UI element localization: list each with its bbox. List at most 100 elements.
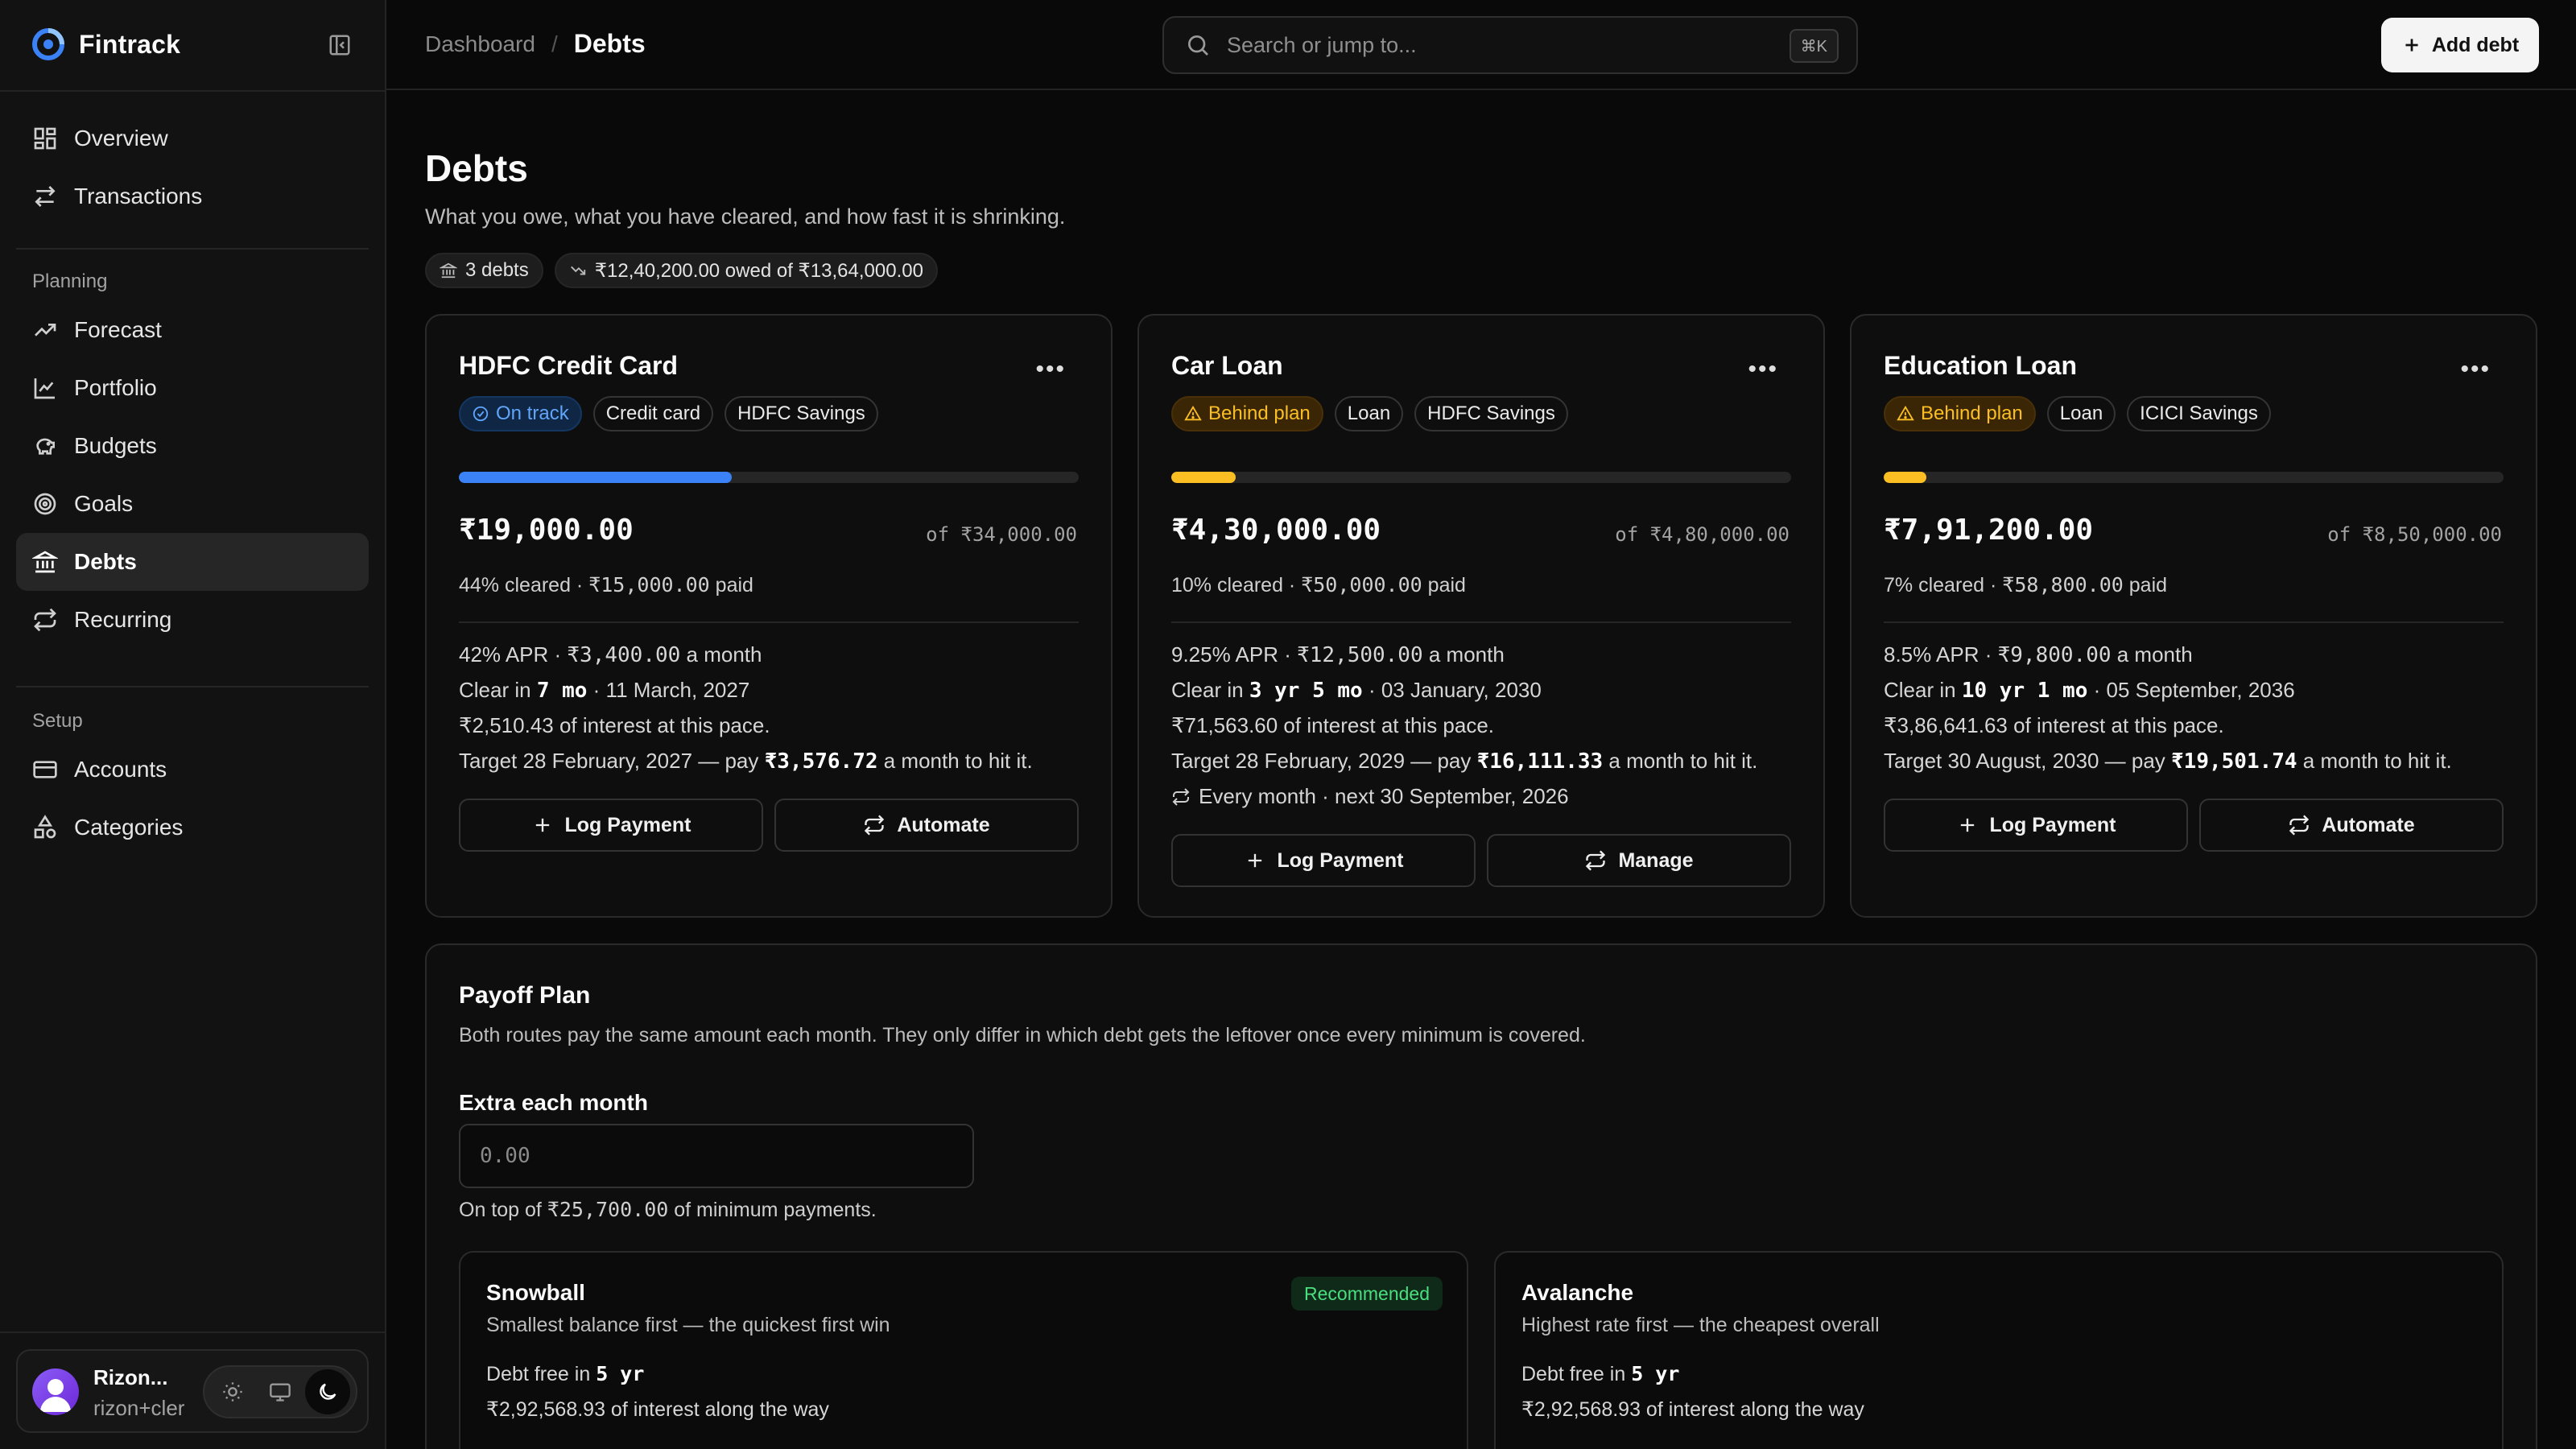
add-debt-label: Add debt xyxy=(2431,33,2520,56)
setup-nav: Setup Accounts Categories xyxy=(16,705,369,857)
moon-icon xyxy=(319,1383,336,1400)
plus-icon xyxy=(535,818,549,832)
monthly-payment: ₹9,800.00 xyxy=(1997,643,2112,667)
interest-line: ₹2,510.43 of interest at this pace. xyxy=(459,713,770,737)
breadcrumb-separator: / xyxy=(551,31,558,56)
status-label: Behind plan xyxy=(1921,402,2023,424)
divider xyxy=(16,686,369,687)
collapse-sidebar-button[interactable] xyxy=(325,31,354,60)
planning-nav: Planning Forecast Portfolio Budgets Goal… xyxy=(16,266,369,649)
clear-date: · 05 September, 2036 xyxy=(2087,678,2295,702)
repeat-icon xyxy=(1586,850,1606,871)
more-options-button[interactable]: ••• xyxy=(2460,356,2491,383)
breadcrumb: Dashboard / Debts xyxy=(425,29,646,59)
breadcrumb-current: Debts xyxy=(573,29,646,58)
type-badge: Loan xyxy=(1334,396,1404,431)
shapes-icon xyxy=(34,815,56,839)
warning-icon xyxy=(1897,405,1914,421)
nav-label: Debts xyxy=(74,549,137,574)
remaining-amount: ₹19,000.00 xyxy=(459,514,634,547)
divider xyxy=(459,621,1079,623)
automate-button[interactable]: Automate xyxy=(2199,799,2504,852)
nav-item-overview[interactable]: Overview xyxy=(16,109,369,167)
nav-item-debts[interactable]: Debts xyxy=(16,533,369,591)
clear-date: · 11 March, 2027 xyxy=(587,678,750,702)
trending-down-icon xyxy=(570,266,585,275)
group-label-planning: Planning xyxy=(32,270,108,292)
log-payment-button[interactable]: Log Payment xyxy=(1171,834,1476,887)
trending-up-icon xyxy=(35,324,56,336)
light-theme-button[interactable] xyxy=(210,1369,255,1414)
extra-each-month-input[interactable]: 0.00 xyxy=(459,1124,974,1188)
nav-item-portfolio[interactable]: Portfolio xyxy=(16,359,369,417)
target-suffix: a month to hit it. xyxy=(2297,749,2452,773)
nav-label: Forecast xyxy=(74,317,162,342)
nav-item-transactions[interactable]: Transactions xyxy=(16,167,369,225)
credit-card-icon xyxy=(33,761,57,778)
debt-free-line: Debt free in 5 yr xyxy=(1521,1362,1679,1386)
page-title: Debts xyxy=(425,147,528,189)
divider xyxy=(0,90,385,92)
plus-icon xyxy=(2405,39,2418,52)
repeat-icon xyxy=(2289,815,2310,836)
user-card[interactable]: Rizon... rizon+cler xyxy=(16,1349,369,1433)
button-label: Log Payment xyxy=(1277,848,1404,872)
arrows-left-right-icon xyxy=(35,186,56,207)
piggy-bank-icon xyxy=(36,438,55,455)
breadcrumb-dashboard[interactable]: Dashboard xyxy=(425,31,535,57)
status-label: On track xyxy=(496,402,569,424)
more-options-button[interactable]: ••• xyxy=(1035,356,1066,383)
monthly-payment: ₹12,500.00 xyxy=(1297,643,1423,667)
log-payment-button[interactable]: Log Payment xyxy=(459,799,763,852)
target-amount: ₹16,111.33 xyxy=(1476,749,1604,774)
topbar: Dashboard / Debts Search or jump to... ⌘… xyxy=(386,0,2576,90)
snowball-option[interactable]: Snowball Recommended Smallest balance fi… xyxy=(459,1251,1468,1449)
apr-text: 9.25% APR · xyxy=(1171,642,1298,667)
user-email: rizon+cler xyxy=(93,1396,185,1420)
group-label-setup: Setup xyxy=(32,710,83,732)
minimum-payments-note: On top of ₹25,700.00 of minimum payments… xyxy=(459,1198,877,1222)
brand[interactable]: Fintrack xyxy=(32,27,180,61)
progress-bar xyxy=(1171,472,1791,483)
nav-item-budgets[interactable]: Budgets xyxy=(16,417,369,475)
manage-button[interactable]: Manage xyxy=(1487,834,1791,887)
system-theme-button[interactable] xyxy=(258,1369,303,1414)
check-circle-icon xyxy=(473,406,489,422)
interest-line: ₹2,92,568.93 of interest along the way xyxy=(486,1398,829,1421)
clear-in: 3 yr 5 mo xyxy=(1249,679,1363,703)
total-amount: of ₹4,80,000.00 xyxy=(1615,523,1790,546)
strategy-title: Snowball xyxy=(486,1280,585,1305)
avatar xyxy=(32,1368,79,1415)
target-prefix: Target 28 February, 2029 — pay xyxy=(1171,749,1477,773)
apr-suffix: a month xyxy=(2111,642,2193,667)
progress-fill xyxy=(1884,472,1927,483)
debt-free-prefix: Debt free in xyxy=(1521,1363,1632,1385)
avalanche-option[interactable]: Avalanche Highest rate first — the cheap… xyxy=(1494,1251,2504,1449)
debt-count: 3 debts xyxy=(465,259,529,281)
dark-theme-button[interactable] xyxy=(304,1369,350,1414)
account-badge: HDFC Savings xyxy=(1414,396,1568,431)
more-options-button[interactable]: ••• xyxy=(1748,356,1778,383)
add-debt-button[interactable]: Add debt xyxy=(2381,18,2539,72)
nav-item-goals[interactable]: Goals xyxy=(16,475,369,533)
nav-label: Categories xyxy=(74,815,184,840)
clear-prefix: Clear in xyxy=(1884,678,1962,702)
automate-button[interactable]: Automate xyxy=(774,799,1079,852)
target-prefix: Target 28 February, 2027 — pay xyxy=(459,749,765,773)
grid-icon xyxy=(34,127,56,150)
nav-item-forecast[interactable]: Forecast xyxy=(16,301,369,359)
nav-item-categories[interactable]: Categories xyxy=(16,799,369,857)
debt-count-chip: 3 debts xyxy=(425,253,543,288)
nav-item-recurring[interactable]: Recurring xyxy=(16,591,369,649)
log-payment-button[interactable]: Log Payment xyxy=(1884,799,2188,852)
fintrack-logo-icon xyxy=(32,28,64,60)
search-input[interactable]: Search or jump to... ⌘K xyxy=(1162,16,1858,74)
warning-icon xyxy=(1184,405,1202,421)
account-badge: ICICI Savings xyxy=(2127,396,2271,431)
remaining-amount: ₹4,30,000.00 xyxy=(1171,514,1381,547)
nav-item-accounts[interactable]: Accounts xyxy=(16,741,369,799)
paid-amount: ₹15,000.00 xyxy=(588,573,710,597)
apr-line: 9.25% APR · ₹12,500.00 a month xyxy=(1171,642,1505,667)
target-icon xyxy=(34,493,56,515)
apr-text: 8.5% APR · xyxy=(1884,642,1998,667)
